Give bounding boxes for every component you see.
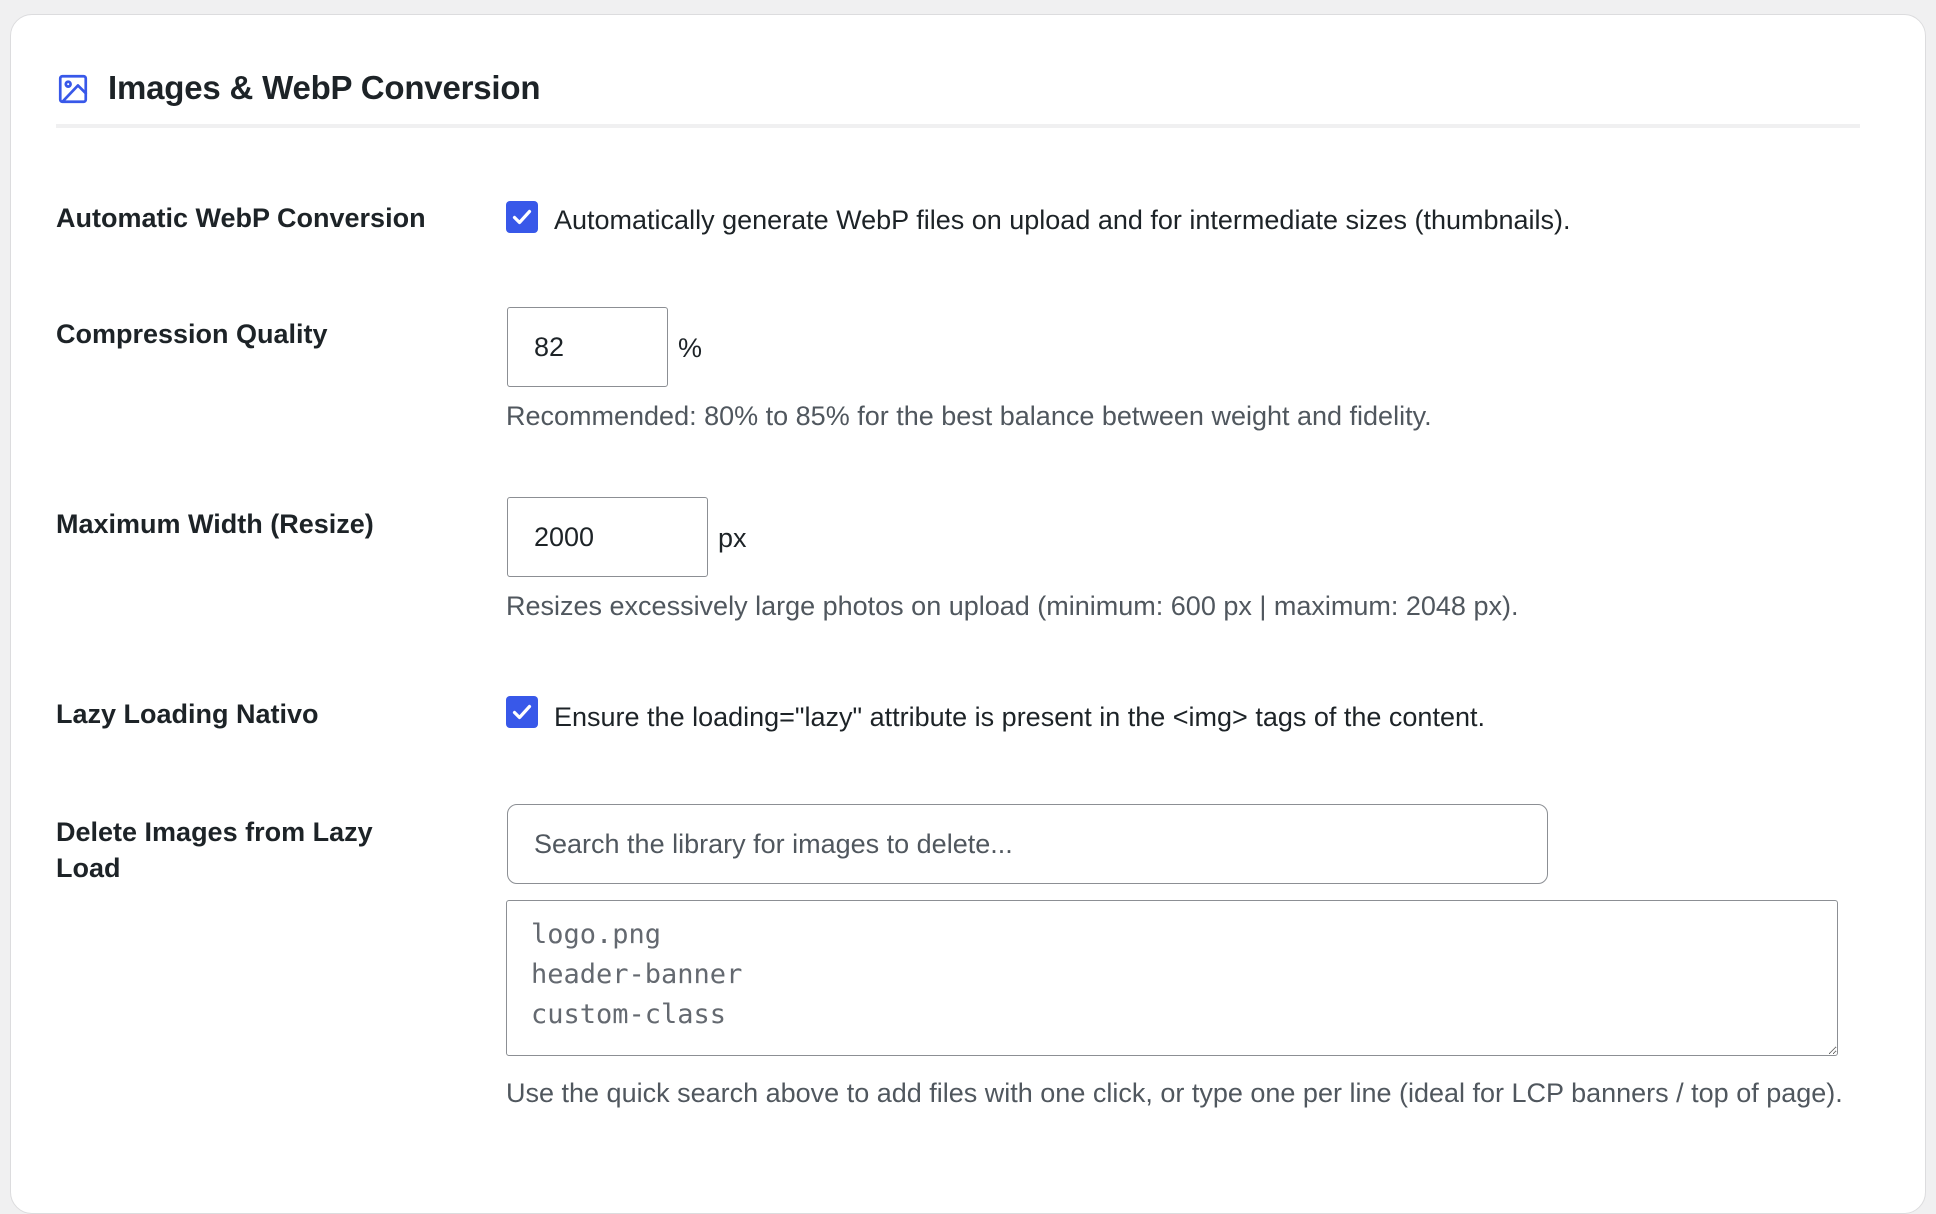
image-search-input[interactable] — [507, 804, 1548, 884]
lazy-loading-text: Ensure the loading="lazy" attribute is p… — [554, 702, 1485, 732]
lazy-exclude-description: Use the quick search above to add files … — [506, 1078, 1843, 1108]
webp-conversion-label: Automatic WebP Conversion — [56, 203, 426, 233]
section-title: Images & WebP Conversion — [108, 69, 541, 106]
lazy-exclude-label: Delete Images from Lazy Load — [56, 817, 373, 883]
max-width-description: Resizes excessively large photos on uplo… — [506, 591, 1519, 621]
webp-conversion-checkbox[interactable] — [506, 201, 538, 233]
checkmark-icon — [512, 209, 532, 225]
compression-quality-description: Recommended: 80% to 85% for the best bal… — [506, 401, 1432, 431]
compression-quality-input[interactable] — [507, 307, 668, 387]
lazy-loading-checkbox[interactable] — [506, 696, 538, 728]
image-icon — [58, 74, 88, 104]
lazy-exclude-textarea[interactable] — [506, 900, 1838, 1056]
lazy-loading-label: Lazy Loading Nativo — [56, 699, 319, 729]
compression-quality-unit: % — [678, 333, 703, 363]
max-width-unit: px — [718, 523, 747, 553]
max-width-input[interactable] — [507, 497, 708, 577]
section-header: Images & WebP Conversion — [56, 56, 1860, 128]
compression-quality-label: Compression Quality — [56, 319, 328, 349]
max-width-label: Maximum Width (Resize) — [56, 509, 374, 539]
checkmark-icon — [512, 704, 532, 720]
webp-conversion-text: Automatically generate WebP files on upl… — [554, 205, 1571, 235]
